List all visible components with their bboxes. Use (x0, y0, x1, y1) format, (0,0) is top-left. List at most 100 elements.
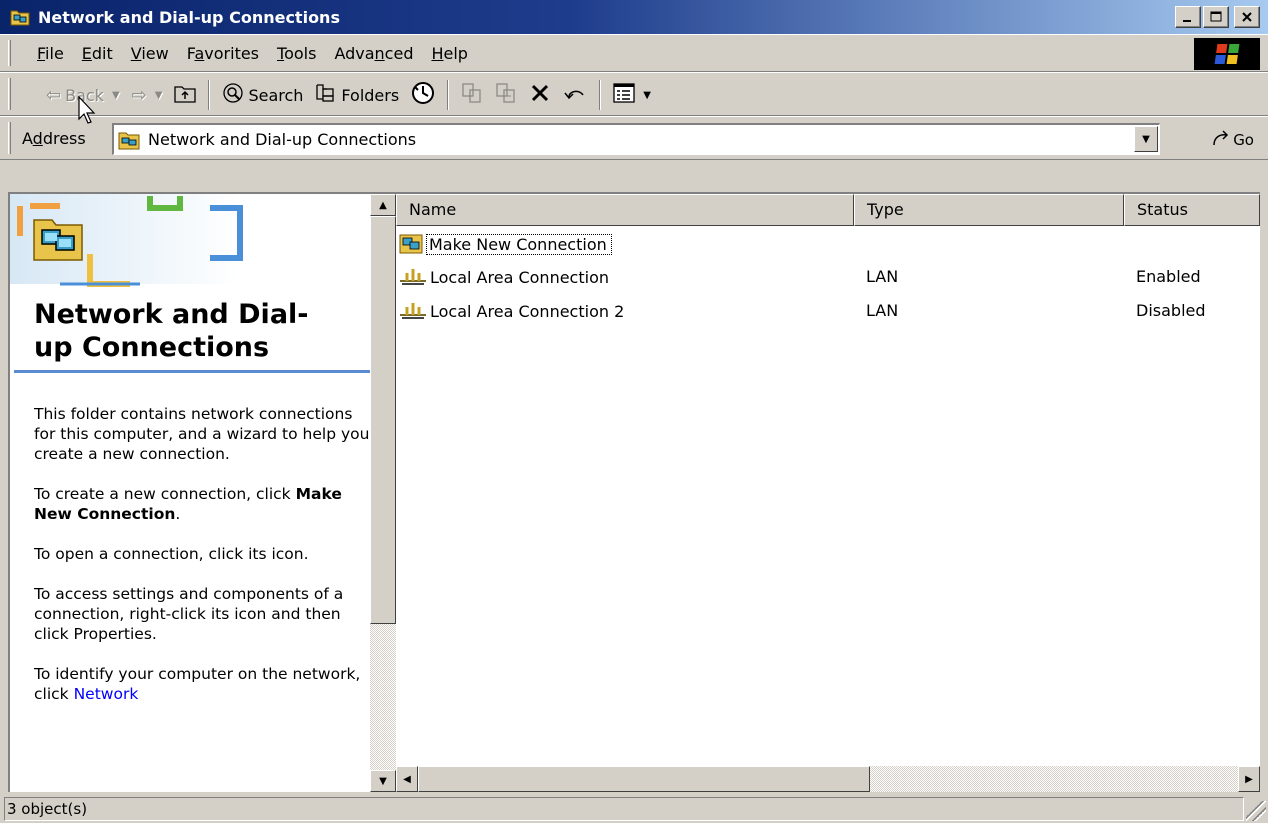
list-item[interactable]: Local Area Connection 2 LAN Disabled (396, 296, 1260, 326)
horizontal-scrollbar[interactable]: ◀ ▶ (396, 766, 1260, 792)
title-bar[interactable]: Network and Dial-up Connections (0, 0, 1268, 34)
network-folder-icon (118, 130, 140, 150)
arrow-down-icon: ▼ (379, 775, 387, 787)
back-dropdown-icon[interactable]: ▼ (112, 90, 120, 101)
forward-button[interactable]: ⇨ ▼ (126, 85, 169, 106)
delete-icon (529, 82, 551, 108)
undo-button[interactable] (557, 83, 593, 107)
pane-paragraph: This folder contains network connections… (34, 405, 370, 463)
network-link[interactable]: Network (74, 685, 139, 703)
address-value: Network and Dial-up Connections (148, 130, 417, 149)
vertical-scroll-thumb[interactable] (370, 216, 396, 624)
views-dropdown-icon[interactable]: ▼ (643, 90, 651, 101)
maximize-button[interactable] (1203, 6, 1229, 28)
folders-button[interactable]: Folders (309, 83, 405, 107)
history-button[interactable] (405, 81, 441, 109)
list-item-status: Disabled (1136, 301, 1206, 320)
move-to-icon (461, 82, 483, 108)
delete-button[interactable] (523, 82, 557, 108)
close-button[interactable] (1234, 6, 1260, 28)
address-input[interactable]: Network and Dial-up Connections ▼ (112, 123, 1160, 155)
column-header-status[interactable]: Status (1124, 194, 1260, 226)
menu-view[interactable]: View (122, 44, 178, 63)
scroll-up-button[interactable]: ▲ (370, 194, 396, 216)
status-bar: 3 object(s) (0, 794, 1268, 823)
menu-help[interactable]: Help (422, 44, 476, 63)
pane-paragraph: To open a connection, click its icon. (34, 545, 309, 563)
search-label: Search (248, 85, 304, 105)
list-item-status: Enabled (1136, 267, 1201, 286)
address-bar: Address Network and Dial-up Connections … (0, 116, 1268, 160)
horizontal-scroll-thumb[interactable] (418, 766, 870, 792)
web-view-pane: Network and Dial- up Connections This fo… (10, 194, 370, 792)
lan-connection-icon (398, 301, 428, 321)
menu-advanced[interactable]: Advanced (325, 44, 422, 63)
pane-paragraph: To create a new connection, click Make N… (34, 485, 342, 523)
forward-dropdown-icon[interactable]: ▼ (155, 90, 163, 101)
list-item-label: Local Area Connection (430, 267, 609, 287)
views-icon (613, 83, 635, 107)
list-item-name[interactable]: Make New Connection (398, 233, 612, 255)
toolbar-grip[interactable] (8, 78, 11, 110)
status-text: 3 object(s) (4, 797, 1244, 821)
arrow-left-icon: ◀ (403, 773, 411, 785)
list-item[interactable]: Make New Connection (396, 228, 1260, 258)
list-item-name[interactable]: Local Area Connection 2 (398, 301, 624, 321)
windows-logo (1194, 38, 1260, 70)
menu-favorites[interactable]: Favorites (178, 44, 268, 63)
scroll-down-button[interactable]: ▼ (370, 770, 396, 792)
history-icon (411, 81, 435, 109)
move-to-button[interactable] (455, 82, 489, 108)
copy-to-button[interactable] (489, 82, 523, 108)
go-button[interactable]: Go (1211, 129, 1254, 151)
pane-description: This folder contains network connections… (34, 404, 370, 724)
search-icon (222, 82, 244, 108)
menu-grip[interactable] (8, 40, 11, 66)
network-folder-icon (32, 212, 84, 262)
network-folder-icon (10, 8, 30, 26)
address-grip[interactable] (8, 122, 11, 154)
pane-paragraph: To access settings and components of a c… (34, 585, 344, 643)
resize-grip[interactable] (1246, 801, 1266, 821)
back-icon: ⇦ (46, 84, 62, 106)
search-button[interactable]: Search (216, 82, 309, 108)
mouse-cursor-icon (78, 96, 96, 124)
list-item-type: LAN (866, 267, 899, 286)
undo-icon (563, 83, 587, 107)
forward-icon: ⇨ (131, 84, 147, 106)
address-label: Address (22, 129, 86, 148)
explorer-content: Network and Dial- up Connections This fo… (8, 192, 1260, 792)
pane-paragraph: To identify your computer on the network… (34, 665, 361, 703)
scroll-right-button[interactable]: ▶ (1238, 766, 1260, 792)
minimize-button[interactable] (1175, 6, 1201, 28)
column-header-name[interactable]: Name (396, 194, 854, 226)
list-item-label: Make New Connection (426, 233, 612, 255)
menu-file[interactable]: File (28, 44, 73, 63)
go-arrow-icon (1211, 129, 1231, 151)
pane-divider (14, 370, 370, 373)
column-header-type[interactable]: Type (854, 194, 1124, 226)
connections-list[interactable]: Name Type Status Make New Connection Local … (396, 194, 1260, 792)
scroll-left-button[interactable]: ◀ (396, 766, 418, 792)
make-new-connection-icon (398, 233, 424, 255)
window-title: Network and Dial-up Connections (38, 7, 340, 27)
menu-tools[interactable]: Tools (268, 44, 325, 63)
vertical-scrollbar[interactable]: ▲ ▼ (370, 194, 396, 792)
menu-bar: File Edit View Favorites Tools Advanced Help (0, 34, 1268, 72)
up-button[interactable] (168, 83, 202, 107)
list-item-type: LAN (866, 301, 899, 320)
views-button[interactable]: ▼ (607, 83, 657, 107)
folders-label: Folders (341, 85, 400, 105)
lan-connection-icon (398, 267, 428, 287)
arrow-right-icon: ▶ (1245, 773, 1253, 785)
list-item-name[interactable]: Local Area Connection (398, 267, 609, 287)
address-dropdown-button[interactable]: ▼ (1134, 126, 1158, 152)
arrow-up-icon: ▲ (379, 199, 387, 211)
go-label: Go (1233, 131, 1254, 149)
list-item[interactable]: Local Area Connection LAN Enabled (396, 262, 1260, 292)
menu-edit[interactable]: Edit (73, 44, 122, 63)
list-item-label: Local Area Connection 2 (430, 301, 625, 321)
up-icon (174, 83, 197, 107)
folders-icon (315, 83, 337, 107)
pane-title: Network and Dial- up Connections (34, 299, 309, 363)
